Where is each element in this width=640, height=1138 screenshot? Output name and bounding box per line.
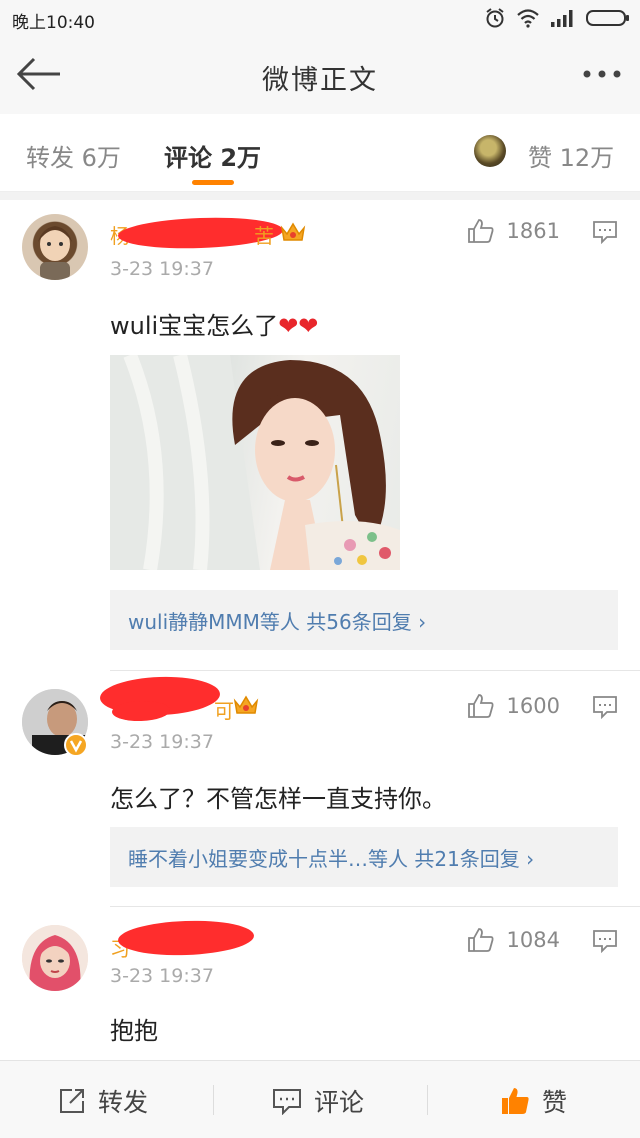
tab-repost[interactable]: 转发 6万 xyxy=(26,138,121,173)
avatar-child-image xyxy=(38,226,72,280)
username-edge: 可 xyxy=(214,699,234,723)
like-label: 赞 xyxy=(542,1088,568,1117)
portrait-image xyxy=(110,355,400,570)
toolbar-separator xyxy=(427,1085,428,1115)
heart-emoji: ❤❤ xyxy=(278,312,319,340)
liker-avatar[interactable] xyxy=(474,135,506,167)
tab-comment[interactable]: 评论 2万 xyxy=(164,138,261,173)
reply-icon[interactable] xyxy=(592,695,618,719)
status-bar: 晚上10:40 xyxy=(0,0,640,36)
redacted-username[interactable] xyxy=(117,918,255,958)
toolbar-separator xyxy=(213,1085,214,1115)
more-options-icon[interactable] xyxy=(582,62,622,86)
comment-text: wuli宝宝怎么了❤❤ xyxy=(110,306,318,341)
comment-body: wuli宝宝怎么了 xyxy=(110,312,279,340)
like-number: 1084 xyxy=(506,928,560,952)
avatar[interactable] xyxy=(22,214,88,280)
like-count[interactable]: 1600 xyxy=(467,693,560,719)
verified-v-icon xyxy=(64,733,88,757)
like-number: 1600 xyxy=(506,694,560,718)
avatar-woman-image xyxy=(22,925,88,991)
replies-summary[interactable]: wuli静静MMM等人 共56条回复 › xyxy=(110,590,618,650)
page-title: 微博正文 xyxy=(262,65,378,96)
status-time: 晚上10:40 xyxy=(12,13,95,33)
comment-item: 习 3-23 19:37 1084 抱抱 xyxy=(0,907,640,1057)
status-icons xyxy=(484,7,630,29)
tabs-bar: 转发 6万 评论 2万 赞 12万 xyxy=(0,114,640,192)
comment-time: 3-23 19:37 xyxy=(110,965,214,987)
battery-icon xyxy=(586,10,629,26)
reply-icon[interactable] xyxy=(592,929,618,953)
comment-text: 抱抱 xyxy=(110,1017,158,1045)
like-count[interactable]: 1084 xyxy=(467,927,560,953)
repost-label: 转发 xyxy=(98,1088,149,1117)
alarm-icon xyxy=(486,8,504,28)
comment-time: 3-23 19:37 xyxy=(110,258,214,280)
like-number: 1861 xyxy=(506,219,560,243)
thumbs-up-icon xyxy=(467,219,494,243)
tab-like[interactable]: 赞 12万 xyxy=(528,138,614,173)
bottom-toolbar: 转发 评论 赞 xyxy=(0,1060,640,1138)
comment-button[interactable]: 评论 xyxy=(272,1083,364,1119)
comment-time: 3-23 19:37 xyxy=(110,731,214,753)
comment-item: 杨 苦 3-23 19:37 1861 wuli宝宝怎么了❤❤ xyxy=(0,200,640,671)
replies-summary[interactable]: 睡不着小姐要变成十点半…等人 共21条回复 › xyxy=(110,827,618,887)
crown-badge-icon xyxy=(280,222,306,241)
thumbs-up-icon xyxy=(467,694,494,718)
comment-item: 可 3-23 19:37 1600 怎么了？不管怎样一直支持你。 睡不着小姐要变… xyxy=(0,671,640,907)
signal-icon xyxy=(551,10,573,27)
avatar[interactable] xyxy=(22,925,88,991)
reply-icon[interactable] xyxy=(592,220,618,244)
section-divider xyxy=(0,192,640,200)
comment-image[interactable] xyxy=(110,355,400,570)
thumbs-up-icon xyxy=(467,928,494,952)
like-count[interactable]: 1861 xyxy=(467,218,560,244)
comment-label: 评论 xyxy=(314,1088,365,1117)
crown-badge-icon xyxy=(233,695,259,714)
comment-text: 怎么了？不管怎样一直支持你。 xyxy=(110,785,446,813)
comment-icon xyxy=(273,1089,301,1115)
like-button[interactable]: 赞 xyxy=(500,1083,567,1119)
redacted-username-tail xyxy=(111,699,171,723)
thumbs-up-filled-icon xyxy=(502,1088,529,1114)
wifi-icon xyxy=(517,9,539,28)
nav-bar: 微博正文 xyxy=(0,36,640,114)
repost-icon xyxy=(60,1089,84,1113)
repost-button[interactable]: 转发 xyxy=(58,1083,148,1119)
username-edge: 苦 xyxy=(254,224,274,248)
active-tab-indicator xyxy=(192,180,234,185)
